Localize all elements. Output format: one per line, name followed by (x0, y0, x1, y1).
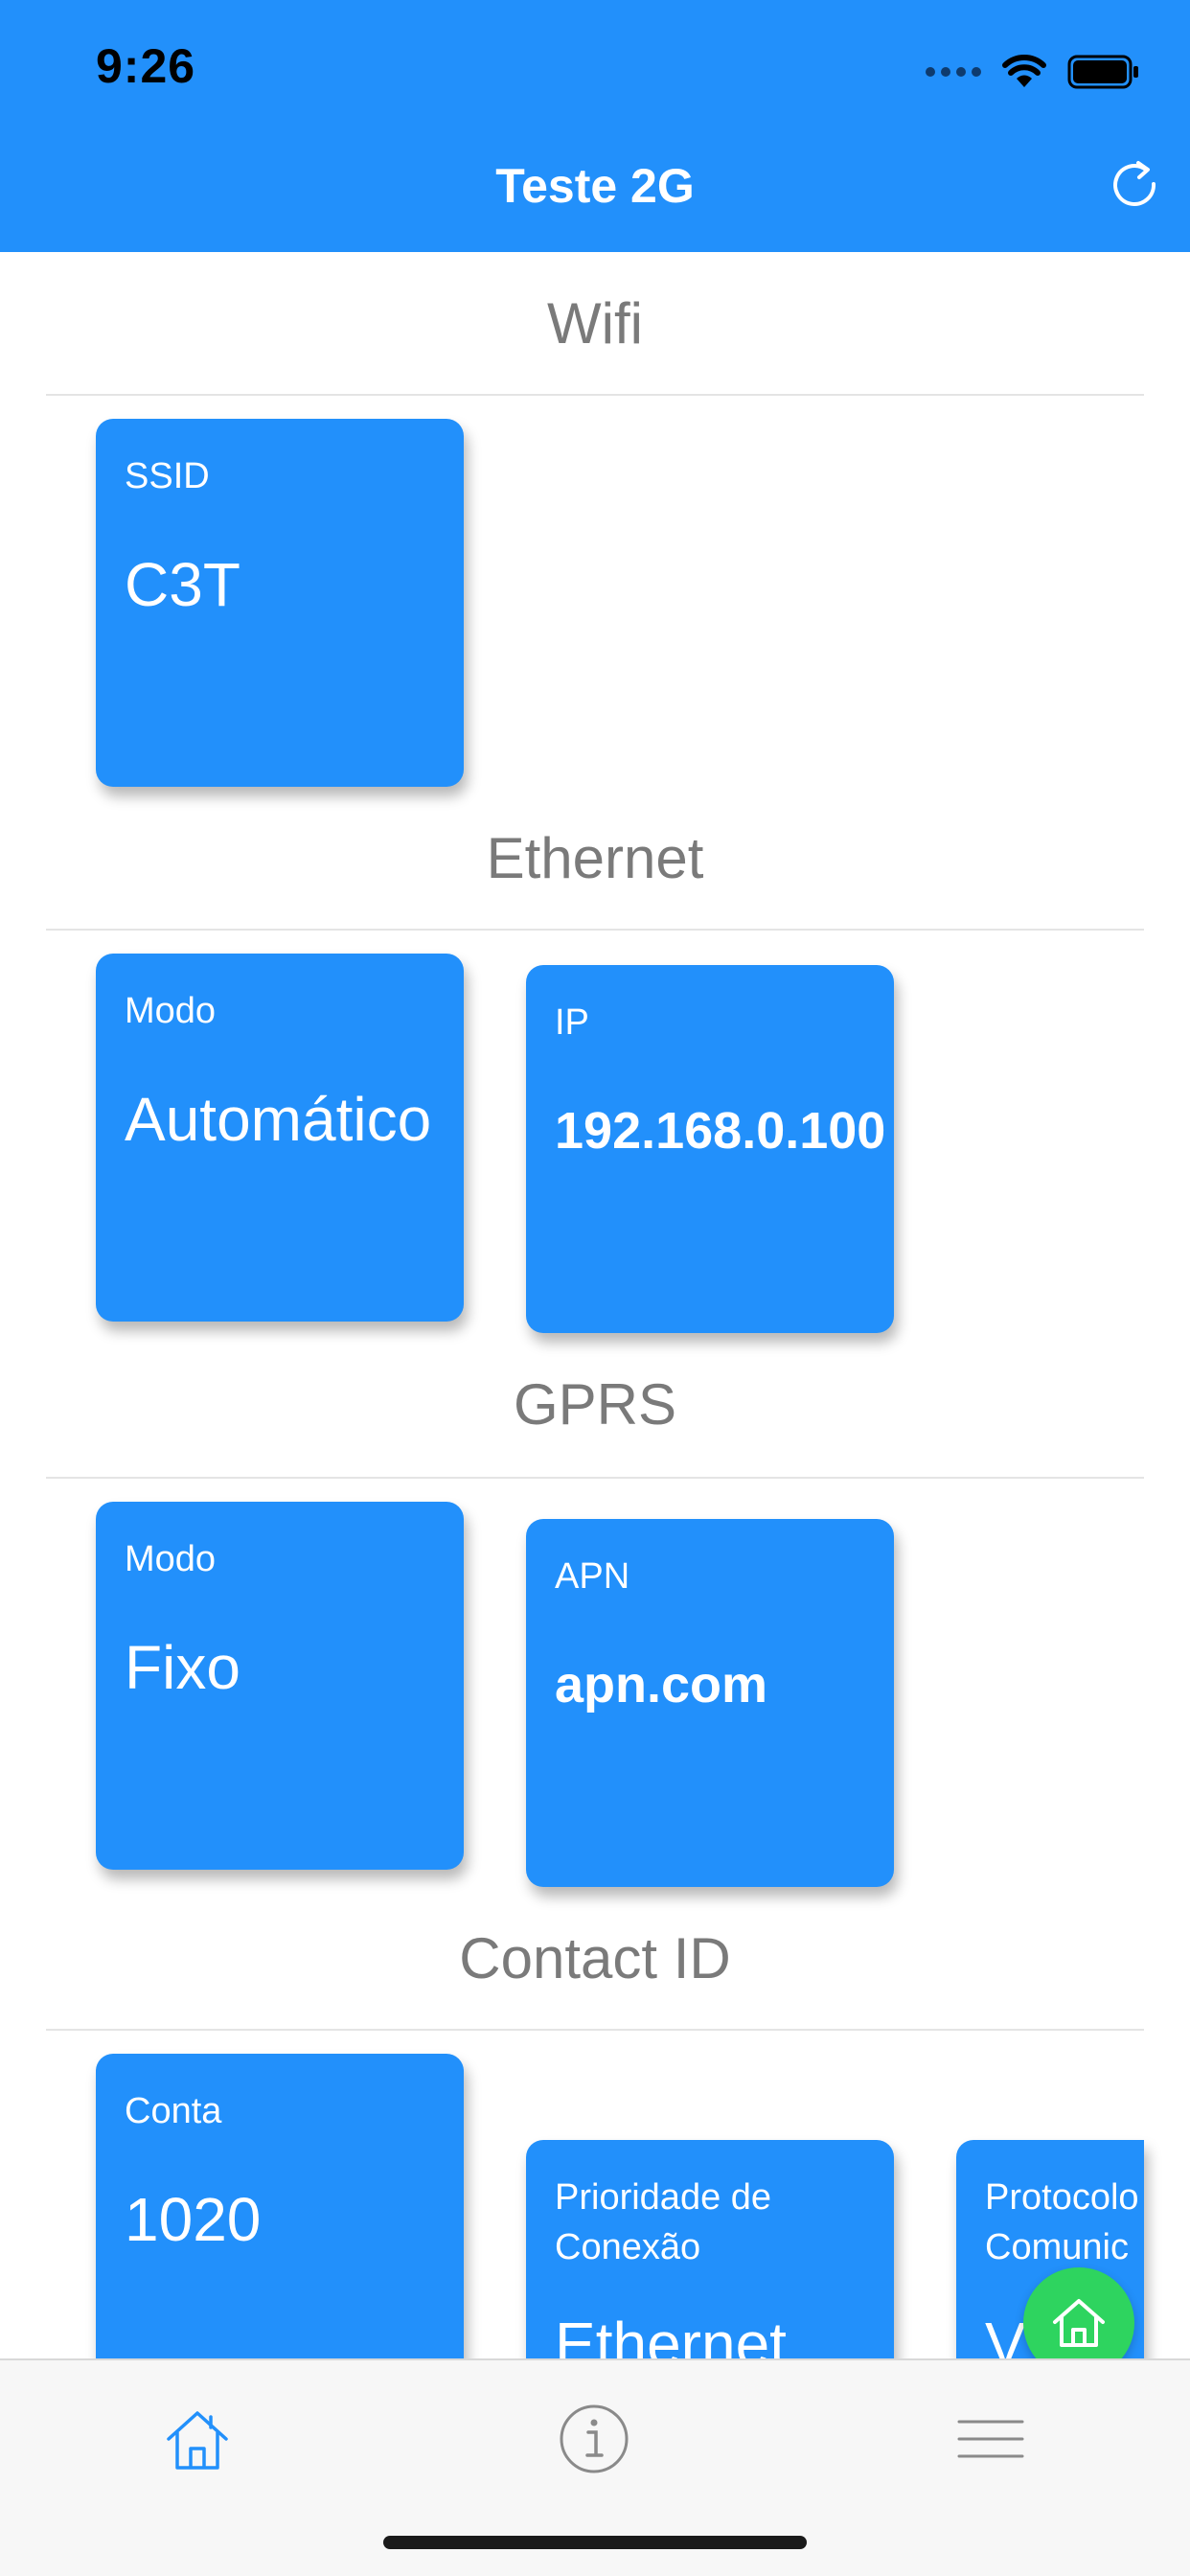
divider (46, 394, 1144, 396)
card-value: 192.168.0.100 (555, 1102, 886, 1160)
card-value: apn.com (555, 1656, 768, 1714)
divider (46, 1477, 1144, 1479)
section-title-wifi: Wifi (547, 291, 643, 356)
section-title-gprs: GPRS (513, 1372, 677, 1437)
card-label: Conta (125, 2091, 222, 2131)
divider (46, 2029, 1144, 2031)
status-time: 9:26 (96, 39, 196, 93)
refresh-icon[interactable] (1106, 157, 1163, 215)
home-icon (167, 2411, 228, 2470)
card-value: Ethernet (555, 2310, 787, 2358)
menu-icon (957, 2420, 1024, 2458)
cellular-signal-icon (926, 67, 981, 77)
page-title: Teste 2G (495, 159, 695, 213)
section-title-ethernet: Ethernet (486, 826, 704, 890)
card-label: Modo (125, 991, 217, 1031)
card-value: Automático (125, 1085, 432, 1154)
section-title-contact-id: Contact ID (459, 1926, 731, 1990)
card-gprs-mode[interactable]: Modo Fixo (96, 1502, 464, 1870)
card-value: 1020 (125, 2185, 262, 2254)
card-label: SSID (125, 456, 210, 496)
card-contact-account[interactable]: Conta 1020 (96, 2054, 464, 2358)
tab-info[interactable] (537, 2381, 652, 2496)
wifi-icon (1002, 55, 1046, 87)
card-ethernet-mode[interactable]: Modo Automático (96, 954, 464, 1322)
header: 9:26 Teste 2G (0, 0, 1190, 252)
content-scroll[interactable]: Wifi SSID C3T Ethernet Modo Automático I… (0, 252, 1190, 2358)
info-icon (560, 2404, 629, 2473)
card-gprs-apn[interactable]: APN apn.com (526, 1519, 894, 1887)
tab-menu[interactable] (933, 2381, 1048, 2496)
home-indicator (383, 2536, 807, 2549)
card-value: C3T (125, 550, 240, 619)
card-ethernet-ip[interactable]: IP 192.168.0.100 (526, 965, 894, 1333)
divider (46, 929, 1144, 931)
card-label: Prioridade de Conexão (555, 2177, 772, 2267)
card-label: APN (555, 1556, 630, 1597)
home-icon (1053, 2299, 1105, 2347)
card-label: Modo (125, 1539, 217, 1579)
card-label: Protocolo Comunic (985, 2177, 1139, 2267)
card-wifi-ssid[interactable]: SSID C3T (96, 419, 464, 787)
card-label: IP (555, 1002, 589, 1043)
tab-home[interactable] (140, 2381, 255, 2496)
status-icons (926, 48, 1140, 96)
card-contact-priority[interactable]: Prioridade de Conexão Ethernet (526, 2140, 894, 2358)
battery-icon (1067, 55, 1138, 89)
card-value: Fixo (125, 1633, 240, 1702)
